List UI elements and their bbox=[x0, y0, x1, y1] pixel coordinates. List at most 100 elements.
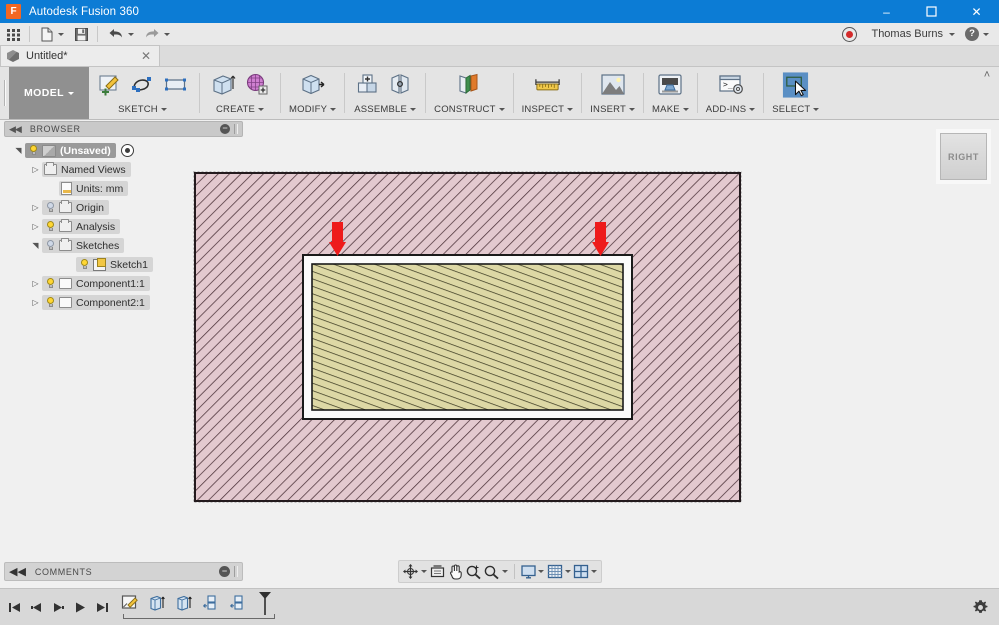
visibility-bulb-icon[interactable] bbox=[44, 239, 57, 252]
3d-print-button[interactable] bbox=[655, 69, 686, 100]
fit-button[interactable] bbox=[428, 562, 445, 581]
press-pull-button[interactable] bbox=[297, 69, 328, 100]
tree-item-chip[interactable]: Analysis bbox=[42, 219, 121, 234]
browser-tree-item-origin[interactable]: ▷ Origin bbox=[4, 198, 243, 217]
ribbon-panel-label-modify[interactable]: MODIFY bbox=[289, 104, 337, 115]
browser-resize-grip[interactable] bbox=[234, 124, 238, 134]
tree-item-chip[interactable]: Sketches bbox=[42, 238, 125, 253]
extrude-button[interactable] bbox=[208, 69, 239, 100]
workspace-switcher[interactable]: MODEL bbox=[9, 67, 89, 119]
view-target-icon[interactable] bbox=[120, 144, 134, 157]
collapse-chevron-down-icon[interactable]: ◥ bbox=[29, 241, 42, 250]
play-button[interactable] bbox=[74, 601, 87, 614]
extrude-feature-button-2[interactable] bbox=[174, 593, 193, 612]
user-chevron-down-icon[interactable] bbox=[949, 32, 955, 36]
new-component-button[interactable] bbox=[353, 69, 384, 100]
browser-tree-item-named-views[interactable]: ▷ Named Views bbox=[4, 160, 243, 179]
browser-tree-item-sketch1[interactable]: Sketch1 bbox=[4, 255, 243, 274]
display-chevron-down-icon[interactable] bbox=[538, 570, 545, 573]
ribbon-collapse-button[interactable]: ˄ bbox=[975, 67, 999, 119]
create-sketch-button[interactable] bbox=[94, 69, 125, 100]
insert-image-button[interactable] bbox=[597, 69, 628, 100]
zoom-chevron-down-icon[interactable] bbox=[501, 570, 509, 573]
spline-button[interactable] bbox=[127, 69, 158, 100]
expand-chevron-right-icon[interactable]: ▷ bbox=[29, 165, 42, 174]
rectangle-button[interactable] bbox=[160, 69, 191, 100]
select-button[interactable] bbox=[780, 69, 811, 100]
visibility-bulb-icon[interactable] bbox=[44, 201, 57, 214]
tree-item-chip[interactable]: Component1:1 bbox=[42, 276, 150, 291]
browser-tree-item-unsaved[interactable]: ◥ (Unsaved) bbox=[4, 141, 243, 160]
ribbon-panel-label-inspect[interactable]: INSPECT bbox=[522, 104, 574, 115]
tree-item-chip[interactable]: Units: mm bbox=[59, 181, 129, 196]
ribbon-panel-label-sketch[interactable]: SKETCH bbox=[118, 104, 167, 115]
browser-tree-item-component1-1[interactable]: ▷ Component1:1 bbox=[4, 274, 243, 293]
pan-button[interactable] bbox=[447, 562, 464, 581]
zoom-button[interactable] bbox=[483, 562, 500, 581]
new-file-button[interactable] bbox=[36, 23, 68, 45]
expand-chevron-right-icon[interactable]: ▷ bbox=[29, 203, 42, 212]
new-file-chevron-down-icon[interactable] bbox=[58, 32, 64, 36]
ribbon-panel-label-select[interactable]: SELECT bbox=[772, 104, 820, 115]
grid-chevron-down-icon[interactable] bbox=[564, 570, 571, 573]
visibility-bulb-icon[interactable] bbox=[27, 144, 40, 157]
tab-close-icon[interactable]: ✕ bbox=[139, 49, 153, 63]
visibility-bulb-icon[interactable] bbox=[44, 296, 57, 309]
expand-chevron-right-icon[interactable]: ▷ bbox=[29, 279, 42, 288]
workspace-chevron-down-icon[interactable] bbox=[67, 91, 74, 95]
offset-plane-button[interactable] bbox=[454, 69, 485, 100]
viewports-button[interactable] bbox=[573, 562, 590, 581]
help-menu[interactable]: ? bbox=[961, 23, 993, 45]
ribbon-panel-label-construct[interactable]: CONSTRUCT bbox=[434, 104, 505, 115]
skip-to-end-button[interactable] bbox=[96, 601, 109, 614]
grid-snaps-button[interactable] bbox=[546, 562, 563, 581]
tree-item-chip[interactable]: Sketch1 bbox=[76, 257, 153, 272]
browser-collapse-icon[interactable]: ◀◀ bbox=[9, 124, 22, 135]
orbit-chevron-down-icon[interactable] bbox=[420, 570, 427, 573]
ribbon-panel-label-make[interactable]: MAKE bbox=[652, 104, 689, 115]
orbit-button[interactable] bbox=[402, 562, 419, 581]
browser-settings-icon[interactable]: − bbox=[220, 124, 230, 134]
measure-button[interactable] bbox=[532, 69, 563, 100]
ribbon-panel-label-create[interactable]: CREATE bbox=[216, 104, 265, 115]
scripts-addins-button[interactable]: >_ bbox=[715, 69, 746, 100]
step-back-button[interactable] bbox=[30, 601, 43, 614]
expand-chevron-right-icon[interactable]: ▷ bbox=[29, 222, 42, 231]
extrude-feature-button-1[interactable] bbox=[147, 593, 166, 612]
screencast-record-button[interactable] bbox=[838, 23, 861, 45]
redo-button[interactable] bbox=[140, 23, 174, 45]
redo-chevron-down-icon[interactable] bbox=[164, 32, 170, 36]
view-cube[interactable]: RIGHT bbox=[940, 133, 987, 180]
visibility-bulb-icon[interactable] bbox=[44, 277, 57, 290]
undo-chevron-down-icon[interactable] bbox=[128, 32, 134, 36]
sculpt-button[interactable] bbox=[241, 69, 272, 100]
minimize-button[interactable]: – bbox=[864, 0, 909, 23]
browser-tree-item-analysis[interactable]: ▷ Analysis bbox=[4, 217, 243, 236]
save-button[interactable] bbox=[70, 23, 93, 45]
browser-tree-item-component2-1[interactable]: ▷ Component2:1 bbox=[4, 293, 243, 312]
collapse-chevron-down-icon[interactable]: ◥ bbox=[12, 146, 25, 155]
tree-item-chip[interactable]: Component2:1 bbox=[42, 295, 150, 310]
help-chevron-down-icon[interactable] bbox=[983, 32, 989, 36]
settings-button[interactable] bbox=[972, 599, 989, 616]
comments-collapse-icon[interactable]: ◀◀ bbox=[9, 565, 26, 578]
expand-chevron-right-icon[interactable]: ▷ bbox=[29, 298, 42, 307]
ribbon-panel-label-assemble[interactable]: ASSEMBLE bbox=[354, 104, 417, 115]
zoom-window-button[interactable] bbox=[465, 562, 482, 581]
visibility-bulb-icon[interactable] bbox=[78, 258, 91, 271]
ribbon-panel-label-insert[interactable]: INSERT bbox=[590, 104, 636, 115]
step-forward-button[interactable] bbox=[52, 601, 65, 614]
joint-button[interactable] bbox=[386, 69, 417, 100]
comments-settings-icon[interactable]: − bbox=[219, 566, 230, 577]
tab-untitled[interactable]: Untitled* ✕ bbox=[0, 45, 160, 66]
user-account-menu[interactable]: Thomas Burns bbox=[863, 23, 959, 45]
browser-tree-item-sketches[interactable]: ◥ Sketches bbox=[4, 236, 243, 255]
timeline-end-marker[interactable] bbox=[255, 591, 274, 615]
tree-item-chip[interactable]: (Unsaved) bbox=[25, 143, 116, 158]
maximize-button[interactable] bbox=[909, 0, 954, 23]
viewports-chevron-down-icon[interactable] bbox=[591, 570, 598, 573]
tree-item-chip[interactable]: Origin bbox=[42, 200, 110, 215]
component-feature-button-2[interactable] bbox=[228, 593, 247, 612]
display-settings-button[interactable] bbox=[520, 562, 537, 581]
browser-tree-item-units-mm[interactable]: Units: mm bbox=[4, 179, 243, 198]
